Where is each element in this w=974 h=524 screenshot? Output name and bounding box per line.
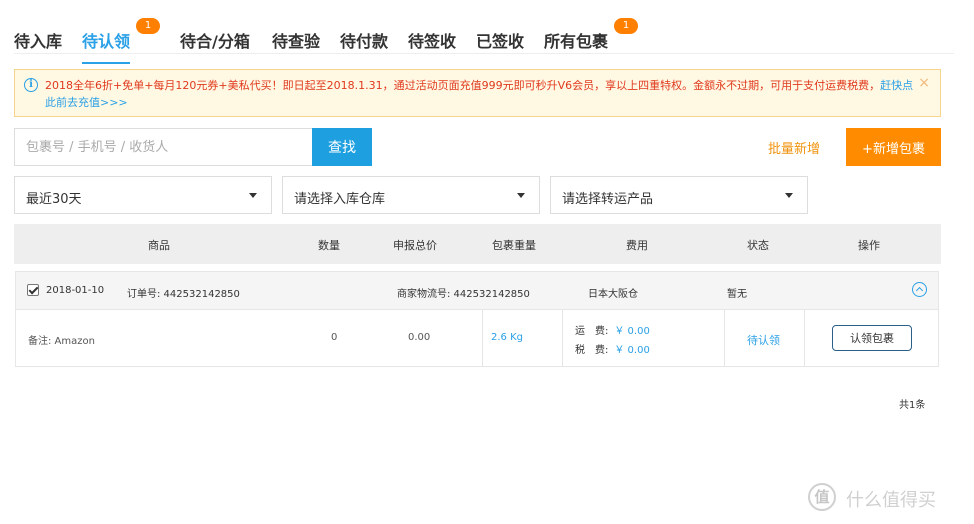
tax-fee: 税 费: ￥ 0.00 (575, 341, 650, 356)
tab-pending-payment[interactable]: 待付款 (340, 28, 388, 52)
watermark-text: 什么值得买 (846, 490, 936, 511)
order-header: 2018-01-10 订单号: 442532142850 商家物流号: 4425… (16, 272, 938, 310)
claim-package-button[interactable]: 认领包裹 (832, 325, 912, 351)
caret-down-icon (785, 193, 793, 198)
notice-text: 2018全年6折+免单+每月120元券+美私代买！即日起至2018.1.31，通… (45, 77, 915, 111)
declared-total: 0.00 (408, 332, 431, 343)
tab-label: 待认领 (82, 32, 131, 51)
info-icon: i (24, 78, 38, 92)
column-header-goods: 商品 (148, 239, 170, 252)
tab-pending-receipt[interactable]: 待签收 (408, 28, 456, 52)
column-divider (804, 310, 805, 366)
column-divider (724, 310, 725, 366)
fee-label: 税 费: (575, 345, 609, 356)
close-icon[interactable]: × (918, 75, 930, 91)
status-tabs: 待入库 待认领 1 待合/分箱 待查验 待付款 待签收 已签收 所有包裹 1 (14, 18, 954, 64)
tab-label: 已签收 (476, 32, 525, 51)
date-range-select[interactable]: 最近30天 (14, 176, 272, 214)
status-label: 待认领 (747, 334, 780, 347)
tab-count-badge: 1 (136, 18, 160, 34)
order-date: 2018-01-10 (46, 285, 105, 296)
merchant-tracking-number: 商家物流号: 442532142850 (397, 289, 530, 300)
tab-label: 待合/分箱 (180, 32, 250, 51)
pagination-total: 共1条 (899, 400, 926, 411)
order-note: 备注: Amazon (28, 336, 95, 347)
caret-down-icon (249, 193, 257, 198)
promo-notice: i 2018全年6折+免单+每月120元券+美私代买！即日起至2018.1.31… (14, 69, 941, 117)
batch-add-link[interactable]: 批量新增 (768, 138, 820, 157)
watermark: 值 什么值得买 (806, 483, 966, 515)
warehouse-name: 日本大阪仓 (588, 289, 638, 300)
select-value: 最近30天 (26, 192, 82, 207)
tab-label: 待签收 (408, 32, 457, 51)
column-header-quantity: 数量 (318, 239, 340, 252)
column-header-fees: 费用 (626, 239, 648, 252)
caret-down-icon (517, 193, 525, 198)
tab-label: 待查验 (272, 32, 321, 51)
table-header: 商品 数量 申报总价 包裹重量 费用 状态 操作 (14, 224, 941, 264)
tab-label: 待付款 (340, 32, 389, 51)
select-value: 请选择转运产品 (562, 192, 654, 207)
tab-pending-inbound[interactable]: 待入库 (14, 28, 62, 52)
tab-label: 待入库 (14, 32, 63, 51)
tab-all-packages[interactable]: 所有包裹 1 (544, 18, 638, 52)
product-select[interactable]: 请选择转运产品 (550, 176, 808, 214)
tab-received[interactable]: 已签收 (476, 28, 524, 52)
tab-pending-consolidate[interactable]: 待合/分箱 (180, 28, 250, 52)
column-header-weight: 包裹重量 (492, 239, 536, 252)
search-input[interactable] (14, 128, 313, 166)
add-package-button[interactable]: +新增包裹 (846, 128, 941, 166)
shipping-fee: 运 费: ￥ 0.00 (575, 322, 650, 337)
search-button[interactable]: 查找 (312, 128, 372, 166)
collapse-icon[interactable] (912, 282, 927, 297)
tab-pending-inspection[interactable]: 待查验 (272, 28, 320, 52)
fee-label: 运 费: (575, 326, 609, 337)
order-checkbox[interactable] (27, 284, 39, 296)
column-header-actions: 操作 (858, 239, 880, 252)
warehouse-select[interactable]: 请选择入库仓库 (282, 176, 540, 214)
order-number: 订单号: 442532142850 (127, 289, 240, 300)
fee-value: ￥ 0.00 (614, 326, 650, 337)
tab-label: 所有包裹 (544, 32, 609, 51)
notice-message: 2018全年6折+免单+每月120元券+美私代买！即日起至2018.1.31，通… (45, 79, 881, 92)
package-weight: 2.6 Kg (491, 332, 523, 343)
column-header-declared-total: 申报总价 (393, 239, 437, 252)
order-quantity: 0 (331, 332, 338, 343)
order-card: 2018-01-10 订单号: 442532142850 商家物流号: 4425… (15, 271, 939, 367)
order-row: 备注: Amazon 0 0.00 2.6 Kg 运 费: ￥ 0.00 税 费:… (16, 310, 938, 366)
select-value: 请选择入库仓库 (294, 192, 386, 207)
tab-pending-claim[interactable]: 待认领 1 (82, 18, 160, 64)
watermark-logo-icon: 值 (808, 483, 836, 511)
column-divider (482, 310, 483, 366)
tab-count-badge: 1 (614, 18, 638, 34)
fee-value: ￥ 0.00 (614, 345, 650, 356)
column-divider (562, 310, 563, 366)
order-extra: 暂无 (727, 289, 747, 300)
active-tab-indicator (82, 62, 131, 64)
column-header-status: 状态 (747, 239, 769, 252)
